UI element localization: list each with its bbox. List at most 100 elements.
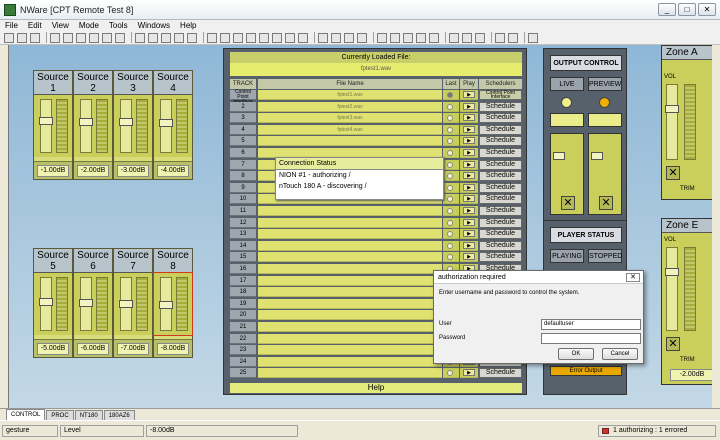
source-fader[interactable] [119, 99, 133, 153]
toolbar-tool-icon[interactable] [495, 32, 505, 43]
toolbar-tool-icon[interactable] [135, 32, 145, 43]
play-icon[interactable]: ▶ [463, 218, 475, 226]
source-fader-knob[interactable] [79, 118, 93, 126]
source-fader-knob[interactable] [39, 298, 53, 306]
toolbar-tool-icon[interactable] [76, 32, 86, 43]
track-file-name[interactable] [258, 322, 442, 332]
toolbar-tool-icon[interactable] [17, 32, 27, 43]
zone-a-mute-icon[interactable]: ✕ [666, 166, 680, 180]
menu-tools[interactable]: Tools [104, 20, 133, 31]
last-indicator-icon[interactable] [447, 208, 453, 214]
tab-proc[interactable]: PROC [46, 410, 74, 420]
toolbar-tool-icon[interactable] [174, 32, 184, 43]
last-indicator-icon[interactable] [447, 219, 453, 226]
source-fader[interactable] [39, 99, 53, 153]
toolbar-tool-icon[interactable] [331, 32, 341, 43]
last-indicator-icon[interactable] [447, 103, 453, 110]
play-icon[interactable]: ▶ [463, 125, 475, 133]
source-db-value[interactable]: -4.00dB [157, 165, 189, 177]
toolbar-tool-icon[interactable] [30, 32, 40, 43]
toolbar-tool-icon[interactable] [63, 32, 73, 43]
last-indicator-icon[interactable] [447, 115, 453, 122]
preview-fader[interactable]: ✕ [588, 133, 622, 215]
play-icon[interactable]: ▶ [463, 137, 475, 145]
toolbar-tool-icon[interactable] [449, 32, 459, 43]
track-file-name[interactable] [258, 287, 442, 298]
schedule-button[interactable]: Schedule [479, 136, 522, 147]
last-indicator-icon[interactable] [447, 196, 453, 203]
minimize-button[interactable]: _ [658, 3, 676, 16]
last-indicator-icon[interactable] [447, 150, 453, 156]
last-indicator-icon[interactable] [447, 138, 453, 145]
play-icon[interactable]: ▶ [463, 230, 475, 238]
auth-close-icon[interactable]: ✕ [626, 273, 640, 282]
source-fader-knob[interactable] [79, 299, 93, 307]
source-db-value[interactable]: -6.00dB [77, 343, 109, 355]
toolbar-tool-icon[interactable] [475, 32, 485, 43]
tab-nt180[interactable]: NT180 [74, 410, 103, 420]
toolbar-tool-icon[interactable] [357, 32, 367, 43]
play-icon[interactable]: ▶ [463, 241, 475, 249]
source-fader-knob[interactable] [119, 118, 133, 126]
track-file-name[interactable]: fptest2.wav [258, 101, 442, 112]
track-file-name[interactable]: fptest3.wav [258, 113, 442, 124]
source-fader-knob[interactable] [119, 300, 133, 308]
play-icon[interactable]: ▶ [463, 183, 475, 191]
track-file-name[interactable] [258, 252, 442, 263]
preview-fader-knob[interactable] [591, 152, 603, 160]
left-scrollbar[interactable] [0, 45, 8, 408]
schedule-button[interactable]: Schedule [479, 159, 522, 170]
track-file-name[interactable] [258, 356, 442, 367]
toolbar-tool-icon[interactable] [4, 32, 14, 43]
last-indicator-icon[interactable] [447, 254, 453, 261]
source-fader-knob[interactable] [39, 117, 53, 125]
source-fader-knob[interactable] [159, 119, 173, 127]
tab-180az6[interactable]: 180AZ6 [103, 410, 135, 420]
schedule-button[interactable]: Schedule [479, 229, 522, 240]
schedule-button[interactable]: Schedule [479, 217, 522, 228]
toolbar-tool-icon[interactable] [377, 32, 387, 43]
source-fader[interactable] [39, 277, 53, 331]
schedule-button[interactable]: Schedule [479, 124, 522, 135]
live-mute-icon[interactable]: ✕ [561, 196, 575, 210]
source-fader[interactable] [159, 99, 173, 153]
track-file-name[interactable]: fptest1.wav [258, 90, 442, 100]
close-button[interactable]: ✕ [698, 3, 716, 16]
last-indicator-icon[interactable] [447, 92, 453, 98]
zone-a-vol-fader[interactable] [665, 84, 679, 160]
toolbar-tool-icon[interactable] [102, 32, 112, 43]
toolbar-tool-icon[interactable] [187, 32, 197, 43]
source-fader[interactable] [79, 99, 93, 153]
toolbar-tool-icon[interactable] [403, 32, 413, 43]
help-button[interactable]: Help [230, 383, 522, 393]
menu-edit[interactable]: Edit [23, 20, 47, 31]
menu-file[interactable]: File [0, 20, 23, 31]
source-db-value[interactable]: -3.00dB [117, 165, 149, 177]
toolbar-tool-icon[interactable] [161, 32, 171, 43]
last-indicator-icon[interactable] [447, 173, 453, 180]
preview-select[interactable] [588, 113, 622, 127]
source-db-value[interactable]: -2.00dB [77, 165, 109, 177]
schedule-button[interactable]: Schedule [479, 101, 522, 112]
schedule-button[interactable]: Schedule [479, 252, 522, 263]
track-file-name[interactable] [258, 217, 442, 228]
toolbar-tool-icon[interactable] [89, 32, 99, 43]
schedule-button[interactable]: Schedule [479, 171, 522, 182]
toolbar-tool-icon[interactable] [285, 32, 295, 43]
toolbar-tool-icon[interactable] [344, 32, 354, 43]
live-fader[interactable]: ✕ [550, 133, 584, 215]
zone-e-vol-fader[interactable] [665, 247, 679, 331]
preview-button[interactable]: PREVIEW [588, 77, 622, 91]
track-file-name[interactable] [258, 333, 442, 344]
play-icon[interactable]: ▶ [463, 160, 475, 168]
user-input[interactable]: defaultuser [541, 319, 641, 330]
live-button[interactable]: LIVE [550, 77, 584, 91]
schedule-button[interactable]: Schedule [479, 194, 522, 205]
play-icon[interactable]: ▶ [463, 369, 475, 377]
track-file-name[interactable] [258, 345, 442, 356]
play-icon[interactable]: ▶ [463, 114, 475, 122]
last-indicator-icon[interactable] [447, 242, 453, 249]
toolbar-tool-icon[interactable] [462, 32, 472, 43]
last-indicator-icon[interactable] [447, 370, 453, 377]
source-fader-knob[interactable] [159, 301, 173, 309]
